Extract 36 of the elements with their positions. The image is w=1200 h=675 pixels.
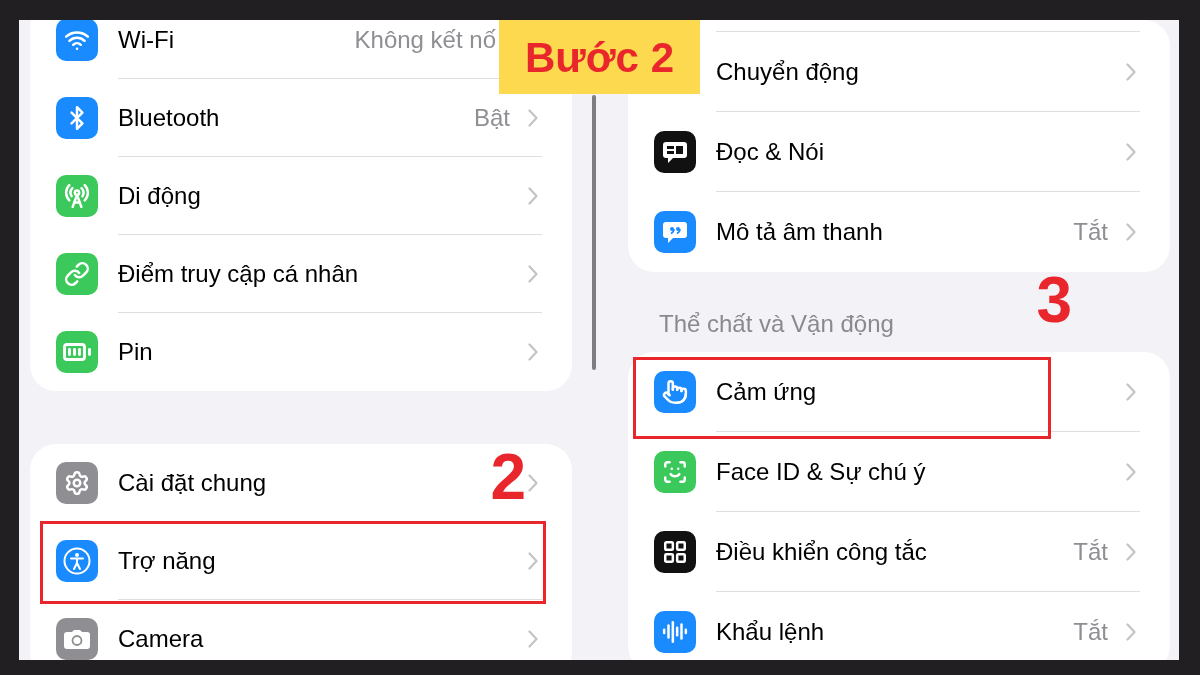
setting-label[interactable]: Trợ năng (118, 542, 216, 579)
grid-icon (654, 531, 696, 573)
setting-label[interactable]: Điểm truy cập cá nhân (118, 255, 359, 292)
section-header: Thể chất và Vận động (659, 309, 894, 339)
setting-value: Tắt (1073, 617, 1108, 647)
setting-label[interactable]: Face ID & Sự chú ý (716, 453, 926, 490)
gear-icon (56, 462, 98, 504)
step-number: 2 (490, 445, 526, 509)
setting-label[interactable]: Wi-Fi (118, 21, 174, 58)
setting-label[interactable]: Khẩu lệnh (716, 614, 825, 650)
hand-pointer-icon (654, 371, 696, 413)
setting-label[interactable]: Đọc & Nói (716, 133, 825, 170)
setting-label[interactable]: Điều khiển công tắc (716, 533, 927, 570)
waveform-icon (654, 611, 696, 653)
setting-label[interactable]: Cài đặt chung (118, 464, 267, 501)
quote-bubble-icon (654, 211, 696, 253)
link-icon (56, 253, 98, 295)
setting-label[interactable]: Chuyển động (716, 53, 859, 90)
setting-label[interactable]: Bluetooth (118, 99, 220, 136)
speech-bubble-icon (654, 131, 696, 173)
battery-icon (56, 331, 98, 373)
setting-value: Bật (473, 102, 510, 133)
setting-label[interactable]: Pin (118, 334, 153, 370)
step-number: 3 (1036, 268, 1072, 332)
bluetooth-icon (56, 97, 98, 139)
setting-value: Tắt (1073, 217, 1108, 247)
setting-value: Tắt (1073, 536, 1108, 567)
antenna-icon (56, 175, 98, 217)
face-scan-icon (654, 451, 696, 493)
setting-value: Không kết nố (354, 24, 496, 55)
step-title: Bước 2 (499, 20, 700, 94)
accessibility-icon (56, 540, 98, 582)
setting-label[interactable]: Camera (118, 621, 204, 657)
setting-label[interactable]: Di động (118, 177, 201, 214)
setting-label[interactable]: Cảm ứng (716, 373, 817, 410)
setting-label[interactable]: Mô tả âm thanh (716, 214, 883, 250)
